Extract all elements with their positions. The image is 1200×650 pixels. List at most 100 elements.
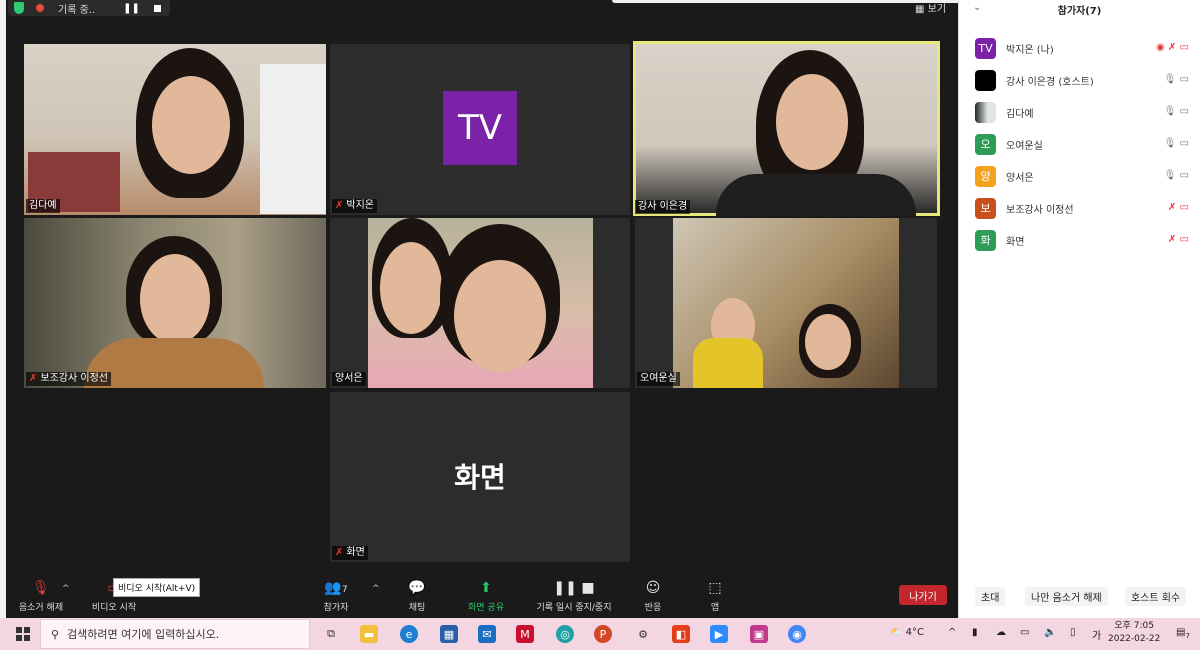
participant-row[interactable]: 김다예 🎙 ▭ [975,96,1197,128]
store-icon[interactable]: ▦ [440,625,458,643]
chat-button[interactable]: 💬 채팅 [402,580,432,613]
usb-icon[interactable]: ▮ [972,627,978,638]
participant-name: 김다예 [1006,108,1034,120]
search-app-icon[interactable]: ◎ [556,625,574,643]
task-view-icon[interactable]: ⧉ [322,625,340,643]
taskbar-search-input[interactable]: ⚲ 검색하려면 여기에 입력하십시오. [40,619,310,649]
mic-muted-icon: ✗ [335,547,344,558]
notification-icon[interactable]: ▤7 [1176,627,1190,640]
video-tile-park[interactable]: TV ✗ 박지온 [330,44,630,215]
video-tile-kim[interactable]: 김다예 [24,44,326,215]
participant-name: 보조강사 이정선 [1006,204,1074,216]
unmute-me-button[interactable]: 나만 음소거 해제 [1025,587,1108,606]
mic-muted-icon: ✗ [1167,42,1177,53]
participant-avatar [975,69,996,91]
participant-avatar: 보 [975,197,996,219]
spotlight-icon: ◉ [1156,42,1165,53]
windows-taskbar: ⚲ 검색하려면 여기에 입력하십시오. ⧉ ▬ e ▦ ✉ M ◎ P ⚙ ◧ … [0,618,1200,650]
participant-avatar: TV [975,37,996,59]
shirt-shape [693,338,763,388]
participant-name: 오여운실 [1006,140,1043,152]
participant-name: 김다예 [26,199,60,213]
chat-icon: 💬 [408,580,426,596]
participant-list: TV 박지온 (나) ◉ ✗ ▭ 강사 이은경 (호스트) 🎙 ▭ 김다예 🎙 … [975,32,1197,256]
mail-icon[interactable]: ✉ [478,625,496,643]
office-icon[interactable]: ◧ [672,625,690,643]
participant-name: 오여운실 [637,372,680,386]
window-edge [0,0,6,618]
unmute-button[interactable]: 🎙 음소거 해제 [14,580,68,613]
edge-icon[interactable]: e [400,625,418,643]
mic-muted-icon: ✗ [335,200,344,211]
reclaim-host-button[interactable]: 호스트 회수 [1125,587,1187,606]
status-icons: 🎙 ▭ [1164,106,1189,117]
participant-name: 강사 이은경 [635,200,691,214]
stop-icon[interactable] [153,4,161,12]
screen: 기록 중.. ❚❚ ▦ 보기 김다예 TV ✗ 박지온 강사 이은경 ✗ 보조강… [0,0,1200,650]
photos-icon[interactable]: ▣ [750,625,768,643]
video-tile-yang[interactable]: 양서은 [330,218,630,388]
onedrive-icon[interactable]: ☁ [996,627,1006,638]
mic-icon: 🎙 [1163,138,1177,149]
tray-chevron-icon[interactable]: ^ [948,627,956,638]
zoom-icon[interactable]: ▶ [710,625,728,643]
mic-muted-icon: ✗ [1167,234,1177,245]
shoulders-shape [84,338,264,388]
record-pause-stop-button[interactable]: ❚❚ ■ 기록 일시 중지/중지 [530,580,618,613]
status-icons: ✗ ▭ [1168,202,1189,213]
video-icon: ▭ [1179,106,1189,117]
windows-start-icon[interactable] [16,627,30,641]
participants-options-chevron-icon[interactable]: ^ [372,584,380,594]
ime-indicator[interactable]: 가 [1092,627,1101,642]
system-clock[interactable]: 오후 7:05 2022-02-22 [1108,620,1160,646]
video-tile-screen[interactable]: 화면 ✗ 화면 [330,392,630,562]
participants-icon: 👥7 [324,580,348,596]
powerpoint-icon[interactable]: P [594,625,612,643]
weather-icon: ⛅ [890,627,903,638]
leave-button[interactable]: 나가기 [899,585,947,605]
share-screen-button[interactable]: ⬆ 화면 공유 [462,580,510,613]
participant-row[interactable]: 화 화면 ✗ ▭ [975,224,1197,256]
volume-icon[interactable]: 🔈 [1044,627,1056,638]
participants-panel: ⌄ 참가자(7) TV 박지온 (나) ◉ ✗ ▭ 강사 이은경 (호스트) 🎙… [958,0,1200,618]
settings-gear-icon[interactable]: ⚙ [634,625,652,643]
recording-label: 기록 중.. [58,4,96,16]
participants-button[interactable]: 👥7 참가자 [316,580,356,613]
participant-row[interactable]: 양 양서은 🎙 ▭ [975,160,1197,192]
zoom-meeting-window: 기록 중.. ❚❚ ▦ 보기 김다예 TV ✗ 박지온 강사 이은경 ✗ 보조강… [0,0,984,618]
invite-button[interactable]: 초대 [975,587,1006,606]
chrome-icon[interactable]: ◉ [788,625,806,643]
weather-widget[interactable]: ⛅ 4°C [890,627,924,638]
participant-name: 박지온 (나) [1006,44,1054,56]
participant-avatar: 양 [975,165,996,187]
reactions-button[interactable]: ☺ 반응 [640,580,666,613]
pause-stop-icon: ❚❚ ■ [553,580,595,596]
view-button[interactable]: ▦ 보기 [915,0,946,15]
participant-video [24,218,326,388]
participant-row[interactable]: 강사 이은경 (호스트) 🎙 ▭ [975,64,1197,96]
audio-options-chevron-icon[interactable]: ^ [62,584,70,594]
mic-icon: 🎙 [1163,74,1177,85]
participant-avatar: 오 [975,133,996,155]
pause-icon[interactable]: ❚❚ [123,3,140,14]
status-icons: ◉ ✗ ▭ [1156,42,1189,53]
participant-row[interactable]: 오 오여운실 🎙 ▭ [975,128,1197,160]
participant-row[interactable]: 보 보조강사 이정선 ✗ ▭ [975,192,1197,224]
participant-row[interactable]: TV 박지온 (나) ◉ ✗ ▭ [975,32,1197,64]
video-tile-oh[interactable]: 오여운실 [635,218,937,388]
video-tile-assistant[interactable]: ✗ 보조강사 이정선 [24,218,326,388]
face-shape [454,260,546,372]
mcafee-icon[interactable]: M [516,625,534,643]
network-icon[interactable]: ▭ [1020,627,1029,638]
video-tile-teacher-active-speaker[interactable]: 강사 이은경 [633,41,940,216]
face-shape [140,254,210,344]
video-icon: ▭ [1179,74,1189,85]
participant-video [24,44,326,215]
file-explorer-icon[interactable]: ▬ [360,625,378,643]
face-shape [805,314,851,370]
participant-video [673,218,899,388]
battery-icon[interactable]: ▯ [1070,627,1076,638]
apps-button[interactable]: ⬚ 앱 [704,580,726,613]
status-icons: ✗ ▭ [1168,234,1189,245]
shelf-shape [260,64,326,214]
